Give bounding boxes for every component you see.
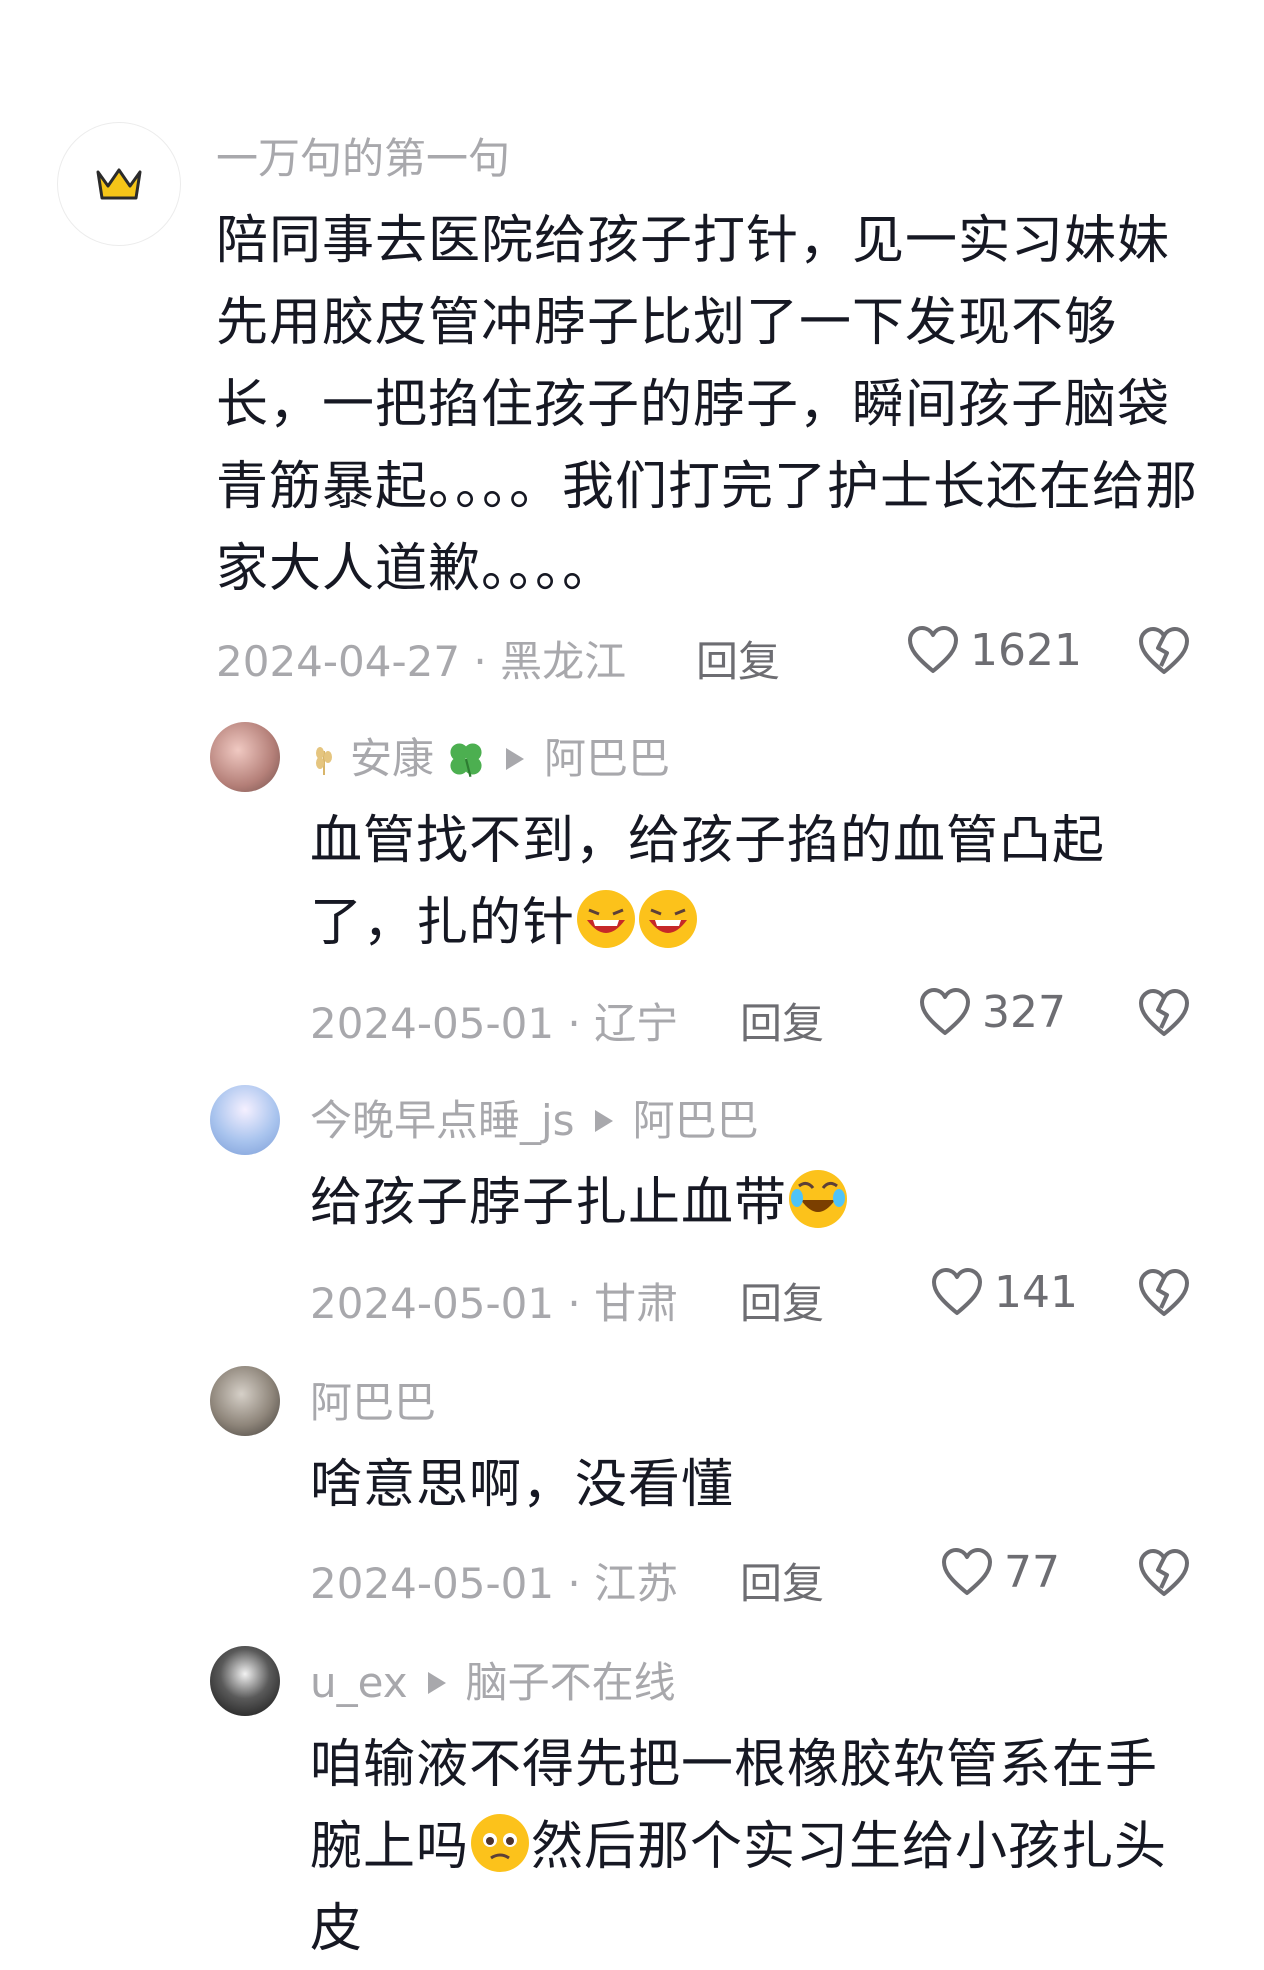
- comment-text: 咱输液不得先把一根橡胶软管系在手腕上吗 然后那个实习生给小孩扎头皮: [310, 1724, 1200, 1970]
- reply-arrow-icon: [594, 1110, 613, 1132]
- like-count: 77: [1004, 1546, 1060, 1598]
- username[interactable]: 一万句的第一句: [216, 138, 510, 180]
- comment-meta: 2024-05-01 · 辽宁 回复 327: [0, 982, 1264, 1048]
- username-text[interactable]: 阿巴巴: [310, 1382, 436, 1424]
- reply-arrow-icon: [506, 748, 525, 770]
- comment-text: 陪同事去医院给孩子打针，见一实习妹妹先用胶皮管冲脖子比划了一下发现不够长，一把掐…: [216, 200, 1201, 610]
- laughing-emoji-icon: [577, 890, 636, 948]
- comment-meta: 2024-04-27 · 黑龙江 回复 1621: [0, 620, 1264, 686]
- username-text[interactable]: 一万句的第一句: [216, 138, 510, 180]
- comment-text-content: 陪同事去医院给孩子打针，见一实习妹妹先用胶皮管冲脖子比划了一下发现不够长，一把掐…: [216, 211, 1199, 599]
- laughing-emoji-icon: [639, 890, 698, 948]
- comment-meta: 2024-05-01 · 甘肃 回复 141: [0, 1262, 1264, 1328]
- username-text[interactable]: u_ex: [310, 1662, 408, 1704]
- avatar[interactable]: [210, 1085, 280, 1155]
- reply-arrow-icon: [427, 1672, 446, 1694]
- username[interactable]: u_ex 脑子不在线: [310, 1662, 676, 1704]
- like-button[interactable]: 77: [940, 1542, 1060, 1602]
- wheat-icon: [316, 747, 332, 775]
- like-count: 1621: [970, 624, 1082, 676]
- reply-to-username[interactable]: 脑子不在线: [466, 1662, 676, 1704]
- like-button[interactable]: 141: [930, 1262, 1078, 1322]
- dislike-icon[interactable]: [1136, 984, 1192, 1040]
- heart-icon: [908, 626, 958, 673]
- date-location: 2024-05-01 · 甘肃: [310, 1279, 679, 1328]
- comment-text-content: 给孩子脖子扎止血带: [310, 1173, 788, 1233]
- date-location: 2024-04-27 · 黑龙江: [216, 637, 627, 686]
- dislike-icon[interactable]: [1136, 1544, 1192, 1600]
- comment-text: 给孩子脖子扎止血带: [310, 1162, 1200, 1244]
- crown-icon: [96, 168, 142, 200]
- date-location: 2024-05-01 · 辽宁: [310, 999, 679, 1048]
- pleading-face-emoji-icon: [471, 1814, 530, 1872]
- rolling-laughing-emoji-icon: [789, 1170, 848, 1228]
- comment-meta: 2024-05-01 · 江苏 回复 77: [0, 1542, 1264, 1608]
- heart-icon: [932, 1268, 982, 1315]
- comment-text-content: 血管找不到，给孩子掐的血管凸起了，扎的针: [310, 811, 1106, 953]
- heart-icon: [942, 1548, 992, 1595]
- like-button[interactable]: 327: [918, 982, 1066, 1042]
- comment-text: 啥意思啊，没看懂: [310, 1444, 1200, 1526]
- avatar[interactable]: [210, 1646, 280, 1716]
- heart-icon: [920, 988, 970, 1035]
- reply-to-username[interactable]: 阿巴巴: [544, 738, 670, 780]
- username-text[interactable]: 今晚早点睡_js: [310, 1100, 575, 1142]
- username[interactable]: 安康 阿巴巴: [310, 738, 670, 780]
- clover-icon: [450, 743, 482, 778]
- avatar[interactable]: [57, 122, 181, 246]
- reply-to-username[interactable]: 阿巴巴: [633, 1100, 759, 1142]
- avatar[interactable]: [210, 1366, 280, 1436]
- username[interactable]: 今晚早点睡_js 阿巴巴: [310, 1100, 759, 1142]
- reply-button[interactable]: 回复: [740, 1270, 824, 1331]
- date-location: 2024-05-01 · 江苏: [310, 1559, 679, 1608]
- like-button[interactable]: 1621: [906, 620, 1082, 680]
- avatar[interactable]: [210, 722, 280, 792]
- username[interactable]: 阿巴巴: [310, 1382, 436, 1424]
- comment-text: 血管找不到，给孩子掐的血管凸起了，扎的针: [310, 800, 1200, 964]
- dislike-icon[interactable]: [1136, 1264, 1192, 1320]
- reply-button[interactable]: 回复: [696, 628, 780, 689]
- like-count: 327: [982, 986, 1066, 1038]
- comment-text-content: 啥意思啊，没看懂: [310, 1455, 735, 1515]
- dislike-icon[interactable]: [1136, 622, 1192, 678]
- like-count: 141: [994, 1266, 1078, 1318]
- reply-button[interactable]: 回复: [740, 990, 824, 1051]
- username-text[interactable]: 安康: [350, 738, 434, 780]
- reply-button[interactable]: 回复: [740, 1550, 824, 1611]
